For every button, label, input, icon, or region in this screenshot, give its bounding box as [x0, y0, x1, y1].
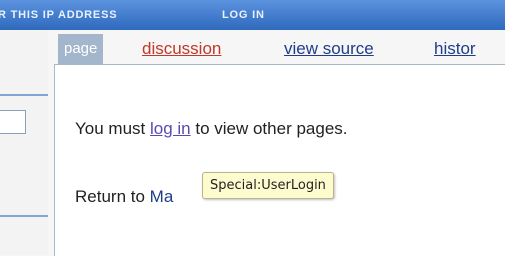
tab-view-source[interactable]: view source [278, 34, 380, 64]
return-to-line: Return to Ma [75, 187, 173, 207]
sidebar-divider [0, 215, 48, 217]
search-input[interactable] [0, 110, 26, 134]
login-required-message: You must log in to view other pages. [75, 119, 348, 139]
ip-address-talk-link[interactable]: R THIS IP ADDRESS [0, 9, 117, 21]
link-tooltip: Special:UserLogin [202, 172, 334, 199]
inline-log-in-link[interactable]: log in [150, 119, 191, 138]
tab-history[interactable]: histor [428, 34, 482, 64]
tab-discussion[interactable]: discussion [136, 34, 227, 64]
message-text: to view other pages. [190, 119, 348, 138]
content-area: You must log in to view other pages. Ret… [54, 64, 505, 256]
log-in-link[interactable]: LOG IN [222, 9, 265, 21]
return-prefix: Return to [75, 187, 150, 206]
message-text: You must [75, 119, 150, 138]
sidebar [0, 30, 48, 255]
tab-page[interactable]: page [58, 34, 104, 64]
personal-toolbar: R THIS IP ADDRESS LOG IN [0, 0, 505, 30]
return-main-page-link[interactable]: Ma [150, 187, 174, 206]
sidebar-divider [0, 94, 48, 96]
page-tabs: page discussion view source histor [48, 30, 505, 66]
